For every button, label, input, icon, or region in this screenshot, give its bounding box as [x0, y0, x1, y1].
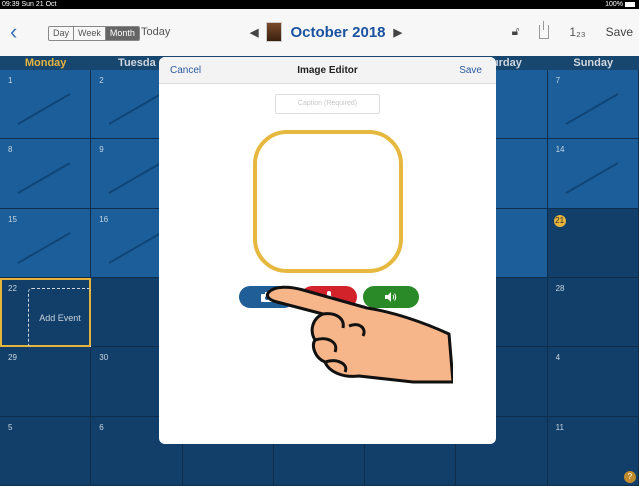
calendar-cell-selected[interactable]: 22 Add Event — [0, 277, 92, 348]
date-number: 5 — [8, 422, 13, 432]
calendar-cell[interactable]: 5 — [0, 416, 92, 486]
image-placeholder[interactable] — [253, 130, 403, 273]
date-number: 14 — [555, 145, 565, 155]
pointing-hand-icon — [265, 285, 453, 384]
image-editor-modal: Cancel Image Editor Save Caption (Requir… — [159, 57, 496, 444]
today-button[interactable]: Today — [141, 26, 170, 38]
share-icon[interactable] — [539, 20, 550, 39]
battery-indicator: 100% — [605, 0, 635, 9]
modal-header: Cancel Image Editor Save — [159, 57, 496, 84]
chevron-left-icon[interactable]: ‹ — [10, 21, 17, 43]
view-segmented-control: Day Week Month — [48, 26, 140, 41]
date-number: 8 — [8, 145, 13, 155]
tab-week[interactable]: Week — [74, 27, 106, 40]
today-date-badge: 21 — [553, 214, 566, 227]
date-number: 15 — [8, 214, 17, 224]
battery-percent: 100% — [605, 1, 623, 8]
date-number: 6 — [99, 422, 104, 432]
avatar[interactable] — [266, 22, 283, 42]
date-number: 22 — [8, 283, 17, 293]
day-header: Monday — [24, 57, 67, 69]
lock-icon[interactable]: 🔓︎ — [512, 24, 520, 39]
calendar-cell[interactable]: 4 — [547, 347, 639, 417]
date-number: 30 — [99, 353, 109, 363]
tab-month[interactable]: Month — [105, 27, 139, 40]
calendar-cell[interactable]: 8 — [0, 139, 92, 209]
calendar-cell[interactable]: 7 — [547, 70, 639, 140]
tab-day[interactable]: Day — [49, 27, 75, 40]
date-number: 16 — [99, 214, 109, 224]
calendar-cell[interactable]: 14 — [547, 139, 639, 209]
add-event-button[interactable]: Add Event — [28, 287, 92, 348]
calendar-cell[interactable]: 15 — [0, 208, 92, 278]
month-title: October 2018 — [290, 23, 386, 41]
save-button[interactable]: Save — [606, 25, 633, 39]
calendar-cell[interactable]: 1 — [0, 70, 92, 140]
date-number: 4 — [555, 353, 561, 363]
date-number: 1 — [8, 76, 13, 85]
date-number: 29 — [8, 353, 17, 363]
date-number: 7 — [555, 76, 561, 85]
battery-icon — [625, 2, 635, 7]
caption-input[interactable]: Caption (Required) — [275, 94, 380, 114]
sort-numeric-icon[interactable]: 1₂₃ — [569, 25, 585, 39]
modal-save-button[interactable]: Save — [459, 65, 482, 76]
prev-month-icon[interactable]: ◀ — [250, 26, 258, 39]
next-month-icon[interactable]: ▶ — [394, 26, 402, 39]
toolbar-actions: 🔓︎ 1₂₃ Save — [512, 20, 633, 39]
month-navigator: ◀ October 2018 ▶ — [250, 22, 402, 42]
calendar-cell[interactable]: 28 — [547, 277, 639, 348]
date-number: 11 — [555, 422, 564, 432]
date-number: 28 — [555, 283, 565, 293]
status-bar: 09:39 Sun 21 Oct 100% — [0, 0, 639, 9]
calendar-cell-today[interactable]: 21 — [547, 208, 639, 278]
day-header: Sunday — [573, 57, 614, 69]
modal-title: Image Editor — [297, 65, 358, 76]
calendar-cell[interactable]: 11? — [547, 416, 639, 486]
help-icon[interactable]: ? — [623, 470, 636, 483]
toolbar: ‹ Day Week Month Today ◀ October 2018 ▶ … — [0, 9, 639, 56]
calendar-cell[interactable]: 29 — [0, 347, 92, 417]
status-time: 09:39 Sun 21 Oct — [2, 1, 57, 8]
date-number: 9 — [99, 145, 104, 155]
date-number: 2 — [99, 76, 104, 85]
